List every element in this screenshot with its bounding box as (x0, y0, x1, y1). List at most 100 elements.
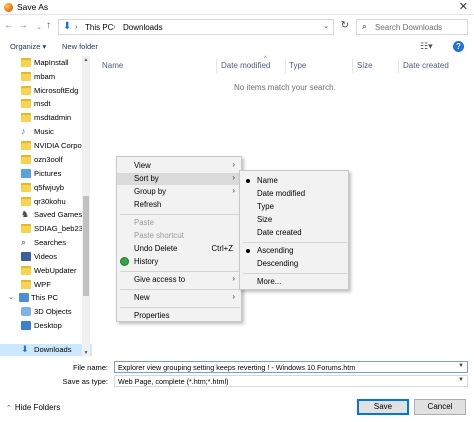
back-button[interactable]: ← (4, 20, 14, 31)
menu-item-paste[interactable]: Paste (117, 217, 241, 229)
scroll-up-icon[interactable]: ▲ (82, 57, 90, 63)
nav-item[interactable]: ♪ Music (0, 126, 92, 138)
nav-item[interactable]: Desktop (0, 320, 92, 332)
submenu-arrow-icon: › (232, 274, 235, 283)
nav-item[interactable]: ♞ Saved Games (0, 209, 92, 221)
nav-item-label: Music (34, 127, 54, 136)
nav-item[interactable]: Pictures (0, 168, 92, 180)
nav-item[interactable]: msdtadmin (0, 112, 92, 124)
menu-item-undo-delete[interactable]: Undo Delete Ctrl+Z (117, 243, 241, 255)
forward-button[interactable]: → (18, 20, 28, 31)
cancel-button[interactable]: Cancel (414, 399, 466, 415)
downloads-arrow-icon: ⬇ (63, 21, 72, 32)
save-as-type-row: Save as type: Web Page, complete (*.htm;… (0, 375, 474, 389)
breadcrumb-this-pc[interactable]: This PC (85, 23, 113, 32)
sort-option-ascending[interactable]: Ascending (240, 245, 348, 257)
column-header-name[interactable]: Name (102, 61, 123, 70)
sort-option-descending[interactable]: Descending (240, 258, 348, 270)
navigation-pane[interactable]: MapInstall mbam MicrosoftEdg msdt msdtad… (0, 56, 92, 357)
folder-icon (21, 99, 31, 108)
menu-item-group-by[interactable]: Group by › (117, 186, 241, 198)
scrollbar-thumb[interactable] (83, 196, 89, 296)
sort-option-date-modified[interactable]: Date modified (240, 188, 348, 200)
save-as-type-select[interactable]: Web Page, complete (*.htm;*.html) ▼ (114, 375, 468, 387)
expand-arrow-icon[interactable]: ⌄ (8, 293, 14, 301)
menu-item-paste-shortcut[interactable]: Paste shortcut (117, 230, 241, 242)
menu-separator (120, 289, 240, 290)
downloads-icon: ⬇ (21, 344, 29, 354)
nav-item[interactable]: Videos (0, 251, 92, 263)
save-as-type-value: Web Page, complete (*.htm;*.html) (118, 377, 229, 386)
menu-item-properties[interactable]: Properties (117, 310, 241, 322)
breadcrumb-downloads[interactable]: Downloads (123, 23, 163, 32)
address-bar[interactable]: ⬇ › This PC › Downloads ⌄ (58, 19, 334, 35)
nav-item[interactable]: WebUpdater (0, 265, 92, 277)
hide-folders-label: Hide Folders (14, 403, 61, 412)
recent-locations-button[interactable]: ⌄ (36, 23, 42, 31)
file-name-field[interactable]: Explorer view grouping setting keeps rev… (114, 361, 468, 373)
saved-games-icon: ♞ (21, 209, 30, 219)
organize-button[interactable]: Organize ▾ (10, 42, 46, 51)
nav-item[interactable]: ozn3oolf (0, 154, 92, 166)
menu-item-give-access-to[interactable]: Give access to › (117, 274, 241, 286)
nav-item-label: Videos (34, 252, 58, 261)
column-header-date-created[interactable]: Date created (403, 61, 449, 70)
breadcrumb-separator[interactable]: › (113, 22, 116, 31)
sort-option-size[interactable]: Size (240, 214, 348, 226)
up-button[interactable]: ↑ (46, 20, 51, 31)
nav-item[interactable]: NVIDIA Corpo (0, 140, 92, 152)
column-divider[interactable] (352, 59, 353, 73)
nav-item-label: Desktop (34, 321, 62, 330)
view-options-icon[interactable]: ☷▾ (420, 41, 433, 52)
nav-item[interactable]: SDIAG_beb23 (0, 223, 92, 235)
nav-scrollbar[interactable]: ▲ ▼ (82, 56, 90, 357)
nav-item[interactable]: qr30kohu (0, 196, 92, 208)
menu-item-new[interactable]: New › (117, 292, 241, 304)
nav-item[interactable]: WPF (0, 279, 92, 291)
pictures-icon (21, 169, 31, 178)
sort-option-date-created[interactable]: Date created (240, 227, 348, 239)
menu-item-view[interactable]: View › (117, 160, 241, 172)
nav-item[interactable]: ⌕ Searches (0, 237, 92, 249)
chevron-down-icon[interactable]: ▼ (458, 377, 464, 383)
3d-objects-icon (21, 307, 31, 316)
column-header-type[interactable]: Type (289, 61, 306, 70)
hide-folders-button[interactable]: ⌃ Hide Folders (6, 403, 60, 412)
save-button[interactable]: Save (357, 399, 409, 415)
menu-item-sort-by[interactable]: Sort by › (117, 173, 241, 185)
nav-item[interactable]: MicrosoftEdg (0, 85, 92, 97)
search-input[interactable]: ⌕ Search Downloads (356, 19, 468, 35)
sort-option-type[interactable]: Type (240, 201, 348, 213)
menu-item-label: Properties (134, 311, 170, 320)
nav-item[interactable]: MapInstall (0, 57, 92, 69)
help-icon[interactable]: ? (453, 41, 464, 52)
sort-option-name[interactable]: Name (240, 175, 348, 187)
chevron-down-icon[interactable]: ▼ (458, 363, 464, 369)
nav-item-label: Searches (34, 238, 67, 247)
scroll-down-icon[interactable]: ▼ (82, 350, 90, 356)
nav-item[interactable]: q5fwjuyb (0, 182, 92, 194)
menu-item-label: View (134, 161, 151, 170)
menu-item-history[interactable]: History (117, 256, 241, 268)
sort-option-more[interactable]: More... (240, 276, 348, 288)
new-folder-button[interactable]: New folder (62, 42, 98, 51)
menu-separator (120, 214, 240, 215)
refresh-icon[interactable]: ↻ (338, 20, 352, 34)
nav-item[interactable]: mbam (0, 71, 92, 83)
nav-item-this-pc[interactable]: ⌄ This PC (0, 292, 92, 304)
close-button[interactable]: ✕ (459, 0, 468, 13)
column-divider[interactable] (216, 59, 217, 73)
nav-item[interactable]: 3D Objects (0, 306, 92, 318)
column-divider[interactable] (398, 59, 399, 73)
menu-item-refresh[interactable]: Refresh (117, 199, 241, 211)
breadcrumb-separator[interactable]: › (75, 22, 78, 31)
firefox-icon (4, 3, 13, 12)
column-divider[interactable] (285, 59, 286, 73)
column-header-size[interactable]: Size (357, 61, 373, 70)
menu-item-label: Descending (257, 259, 299, 268)
address-dropdown-icon[interactable]: ⌄ (323, 22, 329, 30)
column-header-date-modified[interactable]: Date modified (221, 61, 270, 70)
nav-item-downloads[interactable]: ⬇ Downloads (0, 344, 92, 356)
search-placeholder: Search Downloads (375, 23, 443, 32)
nav-item[interactable]: msdt (0, 98, 92, 110)
